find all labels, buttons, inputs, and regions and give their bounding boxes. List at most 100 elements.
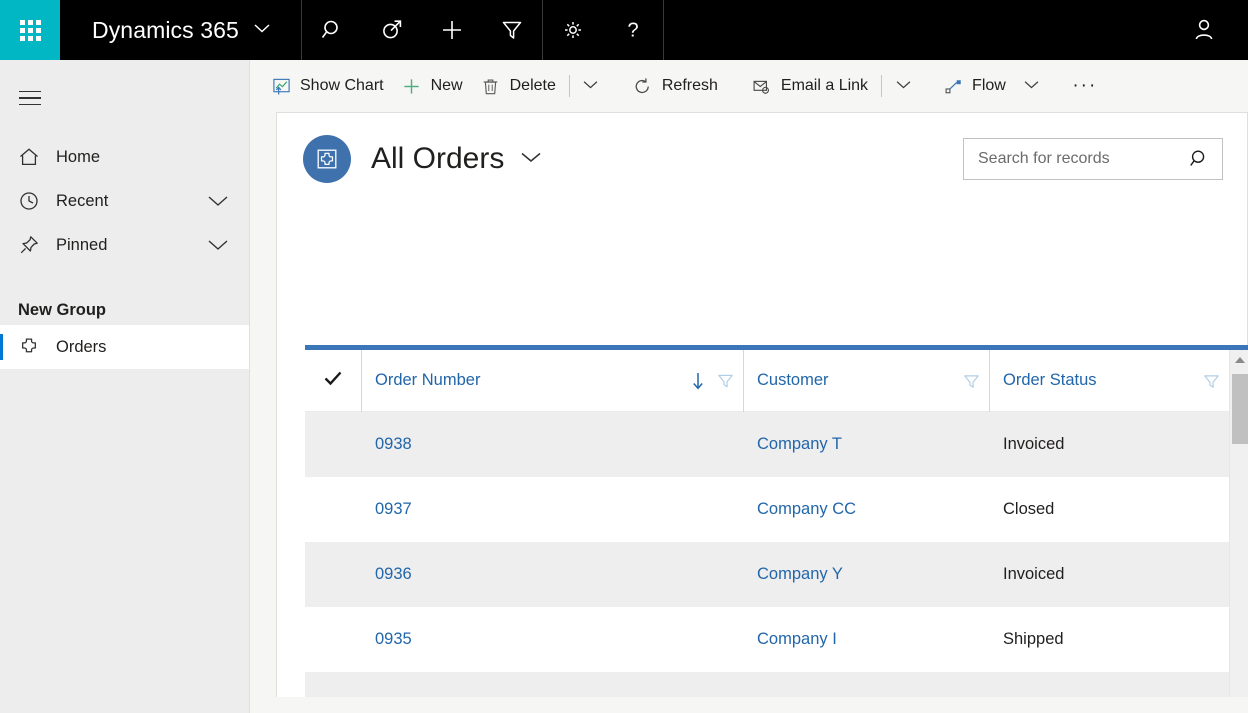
cell-order-number[interactable]: 0935 <box>361 607 743 672</box>
flow-icon <box>943 76 963 96</box>
funnel-icon[interactable] <box>962 371 981 390</box>
relevance-search-button[interactable] <box>362 0 422 60</box>
flow-chevron[interactable] <box>1015 66 1049 106</box>
order-entity-icon <box>303 135 351 183</box>
app-launcher-icon <box>19 19 41 41</box>
new-label: New <box>430 77 463 94</box>
chevron-down-icon <box>253 21 271 39</box>
page-title: All Orders <box>371 142 505 175</box>
sidebar-item-home[interactable]: Home <box>0 135 249 179</box>
sidebar-group-title: New Group <box>18 300 107 319</box>
row-checkbox[interactable] <box>305 412 361 477</box>
topbar-icon-group-settings: ? <box>543 0 663 60</box>
table-row[interactable]: 0937 Company CC Closed <box>305 477 1229 542</box>
topbar-icon-group-center <box>302 0 542 60</box>
cell-order-status: Invoiced <box>989 412 1229 477</box>
cell-customer[interactable]: Company CC <box>743 477 989 542</box>
scroll-up-button[interactable] <box>1230 350 1248 370</box>
flow-button[interactable]: Flow <box>934 66 1015 106</box>
order-number-link[interactable]: 0938 <box>375 435 412 454</box>
help-icon: ? <box>621 18 645 42</box>
user-account-button[interactable] <box>1174 0 1234 60</box>
sidebar-item-pinned[interactable]: Pinned <box>0 223 249 267</box>
email-a-link-button[interactable]: Email a Link <box>743 66 877 106</box>
show-chart-button[interactable]: Show Chart <box>262 66 393 106</box>
sidebar-item-label: Home <box>56 147 101 166</box>
delete-overflow-chevron[interactable] <box>574 66 608 106</box>
row-checkbox[interactable] <box>305 607 361 672</box>
scroll-up-arrow-icon <box>1235 357 1245 363</box>
email-overflow-chevron[interactable] <box>886 66 920 106</box>
delete-button[interactable]: Delete <box>472 66 565 106</box>
chevron-down-icon <box>582 77 599 95</box>
chevron-down-icon <box>520 150 542 169</box>
grid-body: 0938 Company T Invoiced 0937 Company CC … <box>305 412 1229 713</box>
command-overflow-button[interactable]: ··· <box>1065 66 1105 106</box>
quick-create-button[interactable] <box>422 0 482 60</box>
funnel-icon[interactable] <box>1202 371 1221 390</box>
cell-order-status: Shipped <box>989 607 1229 672</box>
home-icon <box>18 146 46 168</box>
search-input[interactable] <box>964 139 1164 179</box>
column-header-order-status[interactable]: Order Status <box>989 349 1229 412</box>
brand-button[interactable]: Dynamics 365 <box>60 0 301 60</box>
sidebar-item-label: Pinned <box>56 235 108 254</box>
search-icon[interactable] <box>1188 148 1210 170</box>
sidebar-item-recent[interactable]: Recent <box>0 179 249 223</box>
settings-button[interactable] <box>543 0 603 60</box>
sitemap-toggle-button[interactable] <box>2 74 58 122</box>
bottom-strip <box>250 697 1248 713</box>
table-row[interactable]: 0935 Company I Shipped <box>305 607 1229 672</box>
help-button[interactable]: ? <box>603 0 663 60</box>
search-records-box[interactable] <box>963 138 1223 180</box>
column-header-customer[interactable]: Customer <box>743 349 989 412</box>
new-button[interactable]: New <box>393 66 472 106</box>
plus-icon <box>440 18 464 42</box>
chevron-down-icon[interactable] <box>207 194 229 208</box>
order-number-link[interactable]: 0935 <box>375 630 412 649</box>
chevron-down-icon <box>1023 77 1040 95</box>
flow-label: Flow <box>972 77 1006 94</box>
assistant-icon <box>380 18 404 42</box>
filter-icon <box>500 18 524 42</box>
column-tools <box>1202 371 1221 390</box>
row-checkbox[interactable] <box>305 477 361 542</box>
email-link-icon <box>752 76 772 96</box>
cell-customer[interactable]: Company T <box>743 412 989 477</box>
order-number-link[interactable]: 0937 <box>375 500 412 519</box>
customer-link[interactable]: Company Y <box>757 565 843 584</box>
view-selector-chevron[interactable] <box>520 150 542 169</box>
arrow-down-icon[interactable] <box>690 370 706 392</box>
app-launcher-button[interactable] <box>0 0 60 60</box>
funnel-icon[interactable] <box>716 371 735 390</box>
column-header-order-number[interactable]: Order Number <box>361 349 743 412</box>
pin-icon <box>18 234 46 256</box>
search-button[interactable] <box>302 0 362 60</box>
cell-customer[interactable]: Company I <box>743 607 989 672</box>
checkmark-icon <box>322 367 344 394</box>
show-chart-icon <box>271 76 291 96</box>
filter-button[interactable] <box>482 0 542 60</box>
scrollbar-thumb[interactable] <box>1232 374 1248 444</box>
order-number-link[interactable]: 0936 <box>375 565 412 584</box>
command-separator-2 <box>881 75 883 97</box>
row-checkbox[interactable] <box>305 542 361 607</box>
grid-vertical-scrollbar[interactable] <box>1229 350 1248 713</box>
cell-order-number[interactable]: 0936 <box>361 542 743 607</box>
cell-order-number[interactable]: 0937 <box>361 477 743 542</box>
chevron-down-icon[interactable] <box>207 238 229 252</box>
main-content: Show Chart New Delete Refresh Email a Li… <box>250 60 1248 713</box>
cell-order-number[interactable]: 0938 <box>361 412 743 477</box>
customer-link[interactable]: Company T <box>757 435 842 454</box>
sidebar-item-orders[interactable]: Orders <box>0 325 249 369</box>
sidebar-item-label: Orders <box>56 337 107 356</box>
select-all-checkbox[interactable] <box>305 350 361 412</box>
customer-link[interactable]: Company CC <box>757 500 856 519</box>
customer-link[interactable]: Company I <box>757 630 837 649</box>
cell-customer[interactable]: Company Y <box>743 542 989 607</box>
refresh-button[interactable]: Refresh <box>624 66 727 106</box>
view-header: All Orders <box>277 113 1247 205</box>
table-row[interactable]: 0938 Company T Invoiced <box>305 412 1229 477</box>
sidebar-item-label: Recent <box>56 191 109 210</box>
table-row[interactable]: 0936 Company Y Invoiced <box>305 542 1229 607</box>
